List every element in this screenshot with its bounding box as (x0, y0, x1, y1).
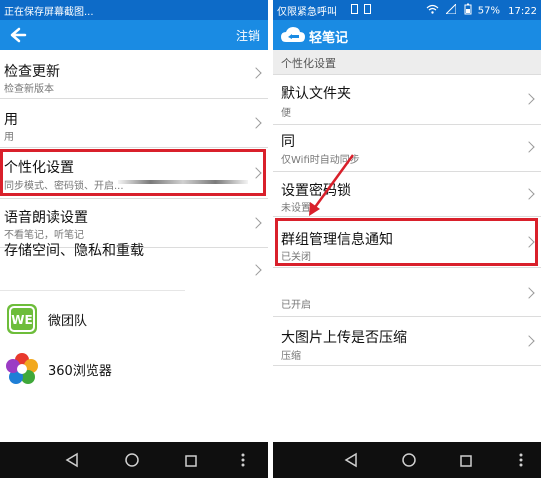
back-nav-icon[interactable] (343, 452, 359, 472)
app-title: 轻笔记 (309, 31, 349, 46)
right-screen: 仅限紧急呼叫 57% 17:22 轻笔记 个性化设置 默认文件夹 便 同 仅Wi… (273, 0, 541, 478)
settings-item-subtitle: 未设置 (281, 203, 311, 214)
status-right-group: 57% 17:22 (426, 2, 537, 18)
chevron-right-icon (523, 335, 535, 347)
carrier-text: 仅限紧急呼叫 (277, 7, 337, 18)
settings-item-partial[interactable]: 用 用 (0, 99, 268, 148)
chevron-right-icon (523, 188, 535, 200)
settings-item-title: 大图片上传是否压缩 (281, 330, 407, 346)
chevron-right-icon (250, 217, 262, 229)
left-screen: 正在保存屏幕截图... 注销 检查更新 检查新版本 用 用 个性化设置 同步模式… (0, 0, 268, 478)
chevron-right-icon (250, 67, 262, 79)
settings-item-title: 默认文件夹 (281, 86, 351, 102)
sim-icon (351, 4, 358, 14)
back-arrow-icon[interactable] (6, 24, 28, 46)
settings-item-title: 同 (281, 134, 295, 150)
highlight-box (275, 218, 538, 266)
we-team-icon: WE (6, 303, 38, 335)
more-nav-icon[interactable] (240, 452, 246, 472)
settings-item-subtitle: 检查新版本 (4, 84, 54, 95)
settings-item-check-update[interactable]: 检查更新 检查新版本 (0, 50, 268, 99)
home-nav-icon[interactable] (124, 452, 140, 472)
blank-spacer (273, 268, 541, 278)
logout-button[interactable]: 注销 (236, 27, 260, 44)
settings-item-storage[interactable]: 存储空间、隐私和重载 (0, 243, 268, 290)
360-browser-icon (4, 351, 40, 387)
settings-item-sync[interactable]: 同 仅Wifi时自动同步 (273, 125, 541, 172)
navigation-bar (273, 442, 541, 478)
navigation-bar (0, 442, 268, 478)
settings-item-subtitle: 用 (4, 132, 14, 143)
settings-item-title: 用 (4, 112, 18, 128)
app-item-360-browser[interactable]: 360浏览器 (0, 346, 185, 401)
status-bar: 仅限紧急呼叫 57% 17:22 (273, 0, 541, 20)
settings-item-title: 语音朗读设置 (4, 210, 88, 226)
settings-item-subtitle: 便 (281, 108, 291, 119)
back-nav-icon[interactable] (64, 452, 80, 472)
home-nav-icon[interactable] (401, 452, 417, 472)
clock: 17:22 (508, 5, 537, 17)
battery-percent: 57% (477, 5, 500, 17)
settings-item-password-lock[interactable]: 设置密码锁 未设置 (273, 172, 541, 217)
chevron-right-icon (523, 93, 535, 105)
recents-nav-icon[interactable] (459, 453, 473, 472)
app-share-list: WE 微团队 360浏览器 (0, 290, 185, 401)
settings-item-title: 设置密码锁 (281, 183, 351, 199)
status-text: 正在保存屏幕截图... (4, 7, 94, 18)
recents-nav-icon[interactable] (184, 453, 198, 472)
status-bar: 正在保存屏幕截图... (0, 0, 268, 20)
chevron-right-icon (250, 117, 262, 129)
cloud-note-icon (280, 25, 306, 49)
svg-text:WE: WE (11, 313, 32, 327)
settings-item-default-folder[interactable]: 默认文件夹 便 (273, 75, 541, 125)
settings-item-subtitle: 已开启 (281, 300, 311, 311)
section-header-label: 个性化设置 (281, 57, 336, 70)
section-header: 个性化设置 (273, 50, 541, 75)
highlight-box (0, 149, 266, 196)
chevron-right-icon (523, 141, 535, 153)
chevron-right-icon (523, 287, 535, 299)
app-name: 360浏览器 (48, 364, 112, 379)
app-item-we-team[interactable]: WE 微团队 (0, 291, 185, 346)
settings-item-title: 检查更新 (4, 64, 60, 80)
more-nav-icon[interactable] (518, 452, 524, 472)
settings-item-title: 存储空间、隐私和重载 (4, 243, 144, 259)
chevron-right-icon (250, 264, 262, 276)
settings-item-subtitle: 不看笔记，听笔记 (4, 230, 84, 241)
signal-icon (445, 2, 457, 17)
settings-item-subtitle: 仅Wifi时自动同步 (281, 155, 360, 166)
settings-item-subtitle: 压缩 (281, 351, 301, 362)
title-bar: 轻笔记 (273, 20, 541, 50)
settings-item-image-compress[interactable]: 大图片上传是否压缩 压缩 (273, 317, 541, 366)
screenshot-icon (364, 4, 371, 14)
settings-item-enabled[interactable]: 已开启 (273, 278, 541, 317)
app-name: 微团队 (48, 314, 88, 329)
title-bar: 注销 (0, 20, 268, 50)
battery-icon (464, 3, 472, 18)
wifi-icon (426, 4, 439, 17)
